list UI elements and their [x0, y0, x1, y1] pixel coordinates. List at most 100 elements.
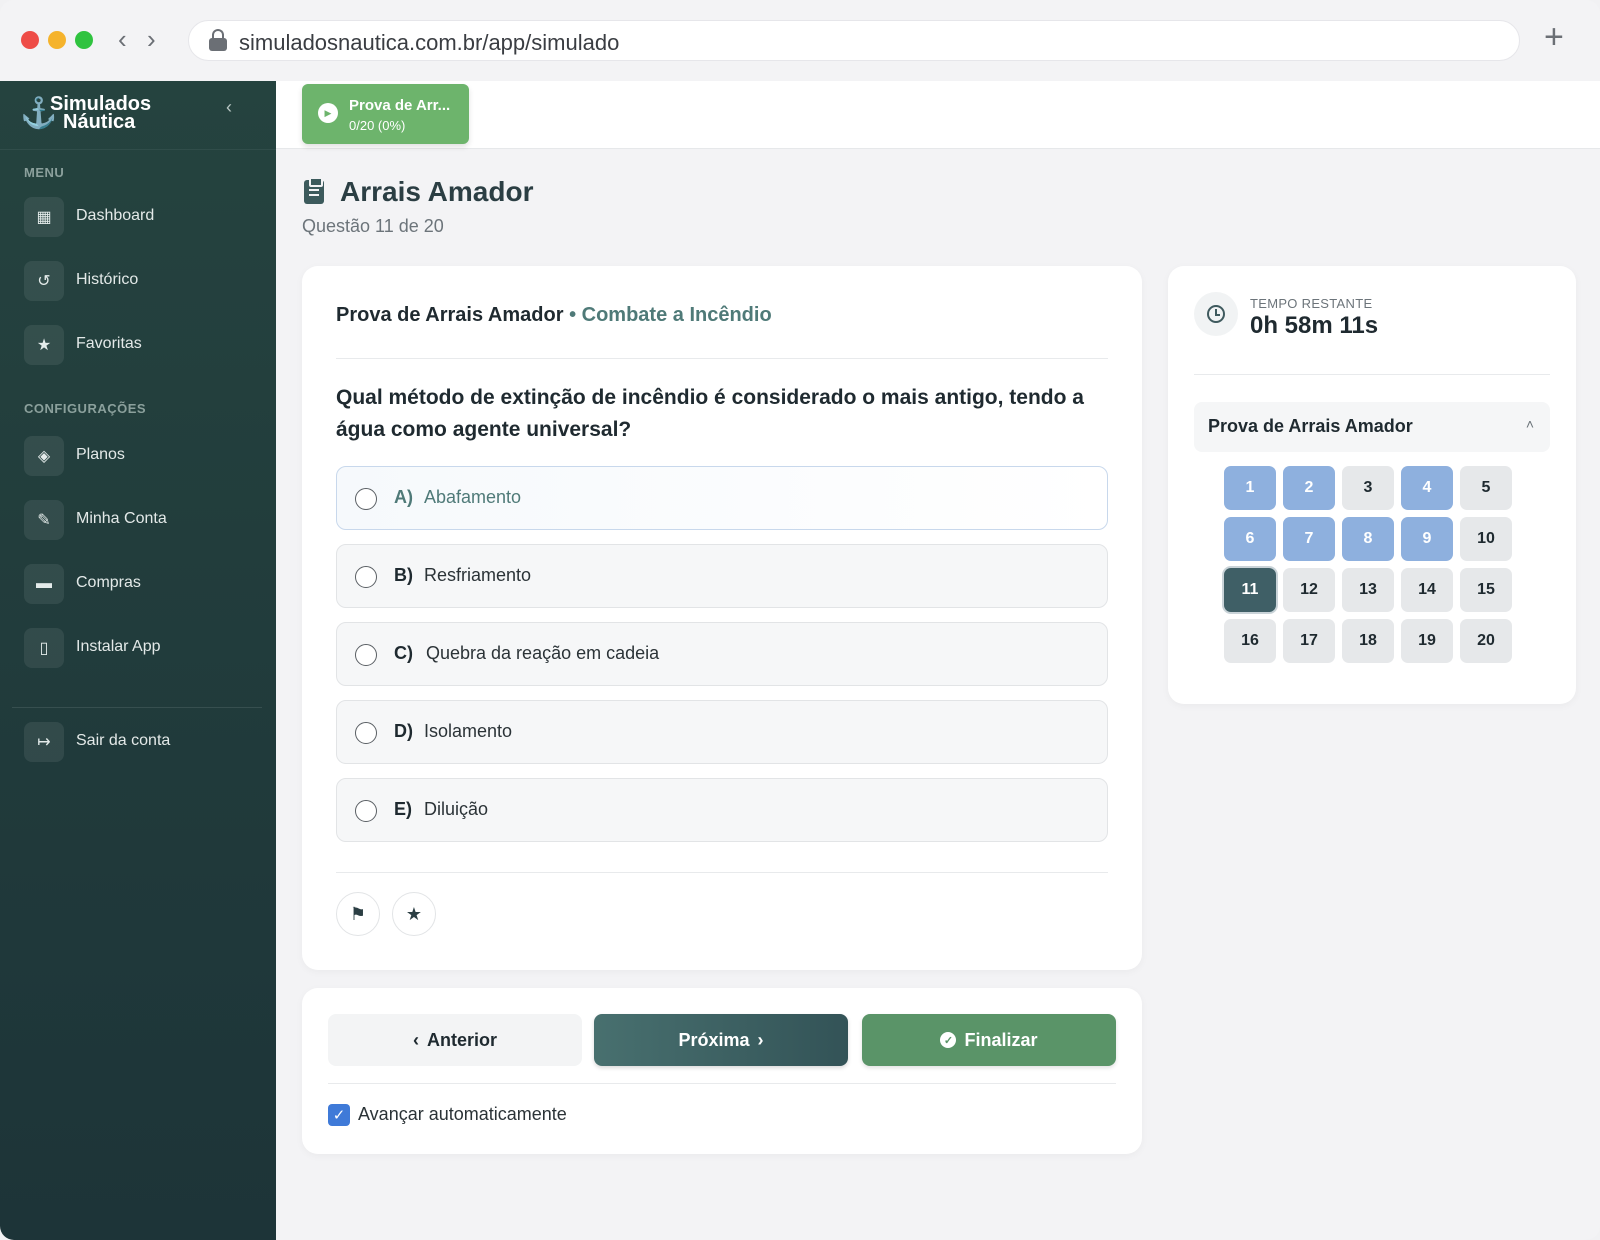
flag-icon: ⚑	[349, 903, 367, 924]
divider	[12, 707, 262, 708]
radio-button[interactable]	[355, 800, 377, 822]
auto-advance-checkbox[interactable]: ✓	[328, 1104, 350, 1126]
sidebar: ⚓ Simulados Náutica ‹ MENU ▦ Dashboard ↺…	[0, 81, 276, 1240]
finish-button[interactable]: ✓ Finalizar	[862, 1014, 1116, 1066]
question-number-button-13[interactable]: 13	[1342, 568, 1394, 612]
sidebar-item-planos[interactable]: ◈ Planos	[24, 436, 254, 476]
accordion-title: Prova de Arrais Amador	[1208, 416, 1413, 436]
sidebar-item-label: Dashboard	[76, 207, 155, 224]
sidebar-item-dashboard[interactable]: ▦ Dashboard	[24, 197, 254, 237]
divider	[1194, 374, 1550, 375]
sidebar-item-label: Histórico	[76, 271, 139, 288]
question-number-button-16[interactable]: 16	[1224, 619, 1276, 663]
page-subtitle: Questão 11 de 20	[302, 216, 444, 236]
forward-arrow-icon[interactable]: ›	[147, 26, 156, 52]
close-window-button[interactable]	[21, 31, 39, 49]
collapse-sidebar-chevron-icon[interactable]: ‹	[226, 97, 232, 118]
sidebar-item-logout[interactable]: ↦ Sair da conta	[24, 722, 254, 762]
option-text: Resfriamento	[424, 565, 532, 585]
question-number-button-12[interactable]: 12	[1283, 568, 1335, 612]
address-bar[interactable]: simuladosnautica.com.br/app/simulado	[188, 20, 1520, 61]
maximize-window-button[interactable]	[75, 31, 93, 49]
user-edit-icon: ✎	[24, 500, 64, 540]
favorite-question-button[interactable]: ★	[392, 892, 436, 936]
url-text: simuladosnautica.com.br/app/simulado	[239, 30, 620, 55]
auto-advance-label[interactable]: Avançar automaticamente	[358, 1104, 567, 1125]
sidebar-item-label: Compras	[76, 574, 141, 591]
answer-option-e[interactable]: E) Diluição	[336, 778, 1108, 842]
question-number-button-14[interactable]: 14	[1401, 568, 1453, 612]
card-icon: ▬	[24, 564, 64, 604]
radio-button[interactable]	[355, 722, 377, 744]
question-number-button-8[interactable]: 8	[1342, 517, 1394, 561]
exam-name: Prova de Arrais Amador	[336, 304, 564, 326]
pill-progress: 0/20 (0%)	[349, 118, 406, 133]
question-number-button-7[interactable]: 7	[1283, 517, 1335, 561]
previous-button[interactable]: ‹ Anterior	[328, 1014, 582, 1066]
option-letter: B)	[394, 565, 413, 585]
sidebar-item-compras[interactable]: ▬ Compras	[24, 564, 254, 604]
question-number-button-9[interactable]: 9	[1401, 517, 1453, 561]
option-text: Diluição	[424, 799, 489, 819]
option-letter: D)	[394, 721, 413, 741]
question-number-button-3[interactable]: 3	[1342, 466, 1394, 510]
menu-section-label: MENU	[24, 165, 65, 180]
divider	[328, 1083, 1116, 1084]
chevron-up-icon: ˄	[1525, 416, 1534, 432]
lock-icon	[209, 29, 227, 51]
settings-section-label: CONFIGURAÇÕES	[24, 401, 147, 416]
question-number-button-17[interactable]: 17	[1283, 619, 1335, 663]
radio-button[interactable]	[355, 644, 377, 666]
answer-option-d[interactable]: D) Isolamento	[336, 700, 1108, 764]
sidebar-item-favoritas[interactable]: ★ Favoritas	[24, 325, 254, 365]
active-exam-pill[interactable]: ▶ Prova de Arr... 0/20 (0%)	[302, 84, 469, 144]
divider	[336, 872, 1108, 873]
radio-button[interactable]	[355, 488, 377, 510]
sidebar-item-instalar-app[interactable]: ▯ Instalar App	[24, 628, 254, 668]
history-icon: ↺	[24, 261, 64, 301]
tag-icon: ◈	[24, 436, 64, 476]
question-number-button-5[interactable]: 5	[1460, 466, 1512, 510]
minimize-window-button[interactable]	[48, 31, 66, 49]
question-number-button-20[interactable]: 20	[1460, 619, 1512, 663]
question-map-accordion[interactable]: Prova de Arrais Amador ˄	[1194, 402, 1550, 452]
timer-value: 0h 58m 11s	[1250, 312, 1379, 339]
question-number-button-2[interactable]: 2	[1283, 466, 1335, 510]
grid-icon: ▦	[24, 197, 64, 237]
answer-option-c[interactable]: C) Quebra da reação em cadeia	[336, 622, 1108, 686]
option-text: Isolamento	[424, 721, 513, 741]
play-icon: ▶	[318, 103, 338, 123]
question-number-button-1[interactable]: 1	[1224, 466, 1276, 510]
option-text: Abafamento	[424, 487, 522, 507]
flag-question-button[interactable]: ⚑	[336, 892, 380, 936]
question-number-button-18[interactable]: 18	[1342, 619, 1394, 663]
mobile-icon: ▯	[24, 628, 64, 668]
logout-icon: ↦	[24, 722, 64, 762]
sidebar-item-label: Minha Conta	[76, 510, 167, 527]
question-number-button-4[interactable]: 4	[1401, 466, 1453, 510]
answer-option-a[interactable]: A) Abafamento	[336, 466, 1108, 530]
sidebar-item-label: Favoritas	[76, 335, 142, 352]
sidebar-item-historico[interactable]: ↺ Histórico	[24, 261, 254, 301]
question-number-button-6[interactable]: 6	[1224, 517, 1276, 561]
clock-icon	[1194, 292, 1238, 336]
question-number-button-19[interactable]: 19	[1401, 619, 1453, 663]
question-number-button-10[interactable]: 10	[1460, 517, 1512, 561]
browser-window: ‹ › simuladosnautica.com.br/app/simulado…	[0, 0, 1600, 1240]
topic-name: Combate a Incêndio	[581, 304, 772, 326]
pill-exam-title: Prova de Arr...	[349, 97, 451, 114]
sidebar-item-minha-conta[interactable]: ✎ Minha Conta	[24, 500, 254, 540]
divider	[336, 358, 1108, 359]
star-icon: ★	[405, 903, 423, 924]
next-label: Próxima	[678, 1029, 750, 1050]
next-button[interactable]: Próxima ›	[594, 1014, 848, 1066]
check-circle-icon: ✓	[940, 1032, 957, 1048]
answer-option-b[interactable]: B) Resfriamento	[336, 544, 1108, 608]
option-letter: A)	[394, 487, 413, 507]
radio-button[interactable]	[355, 566, 377, 588]
question-text: Qual método de extinção de incêndio é co…	[336, 386, 1084, 441]
back-arrow-icon[interactable]: ‹	[118, 26, 127, 52]
new-tab-plus-icon[interactable]: +	[1544, 20, 1564, 54]
question-number-button-15[interactable]: 15	[1460, 568, 1512, 612]
question-number-button-11[interactable]: 11	[1224, 568, 1276, 612]
